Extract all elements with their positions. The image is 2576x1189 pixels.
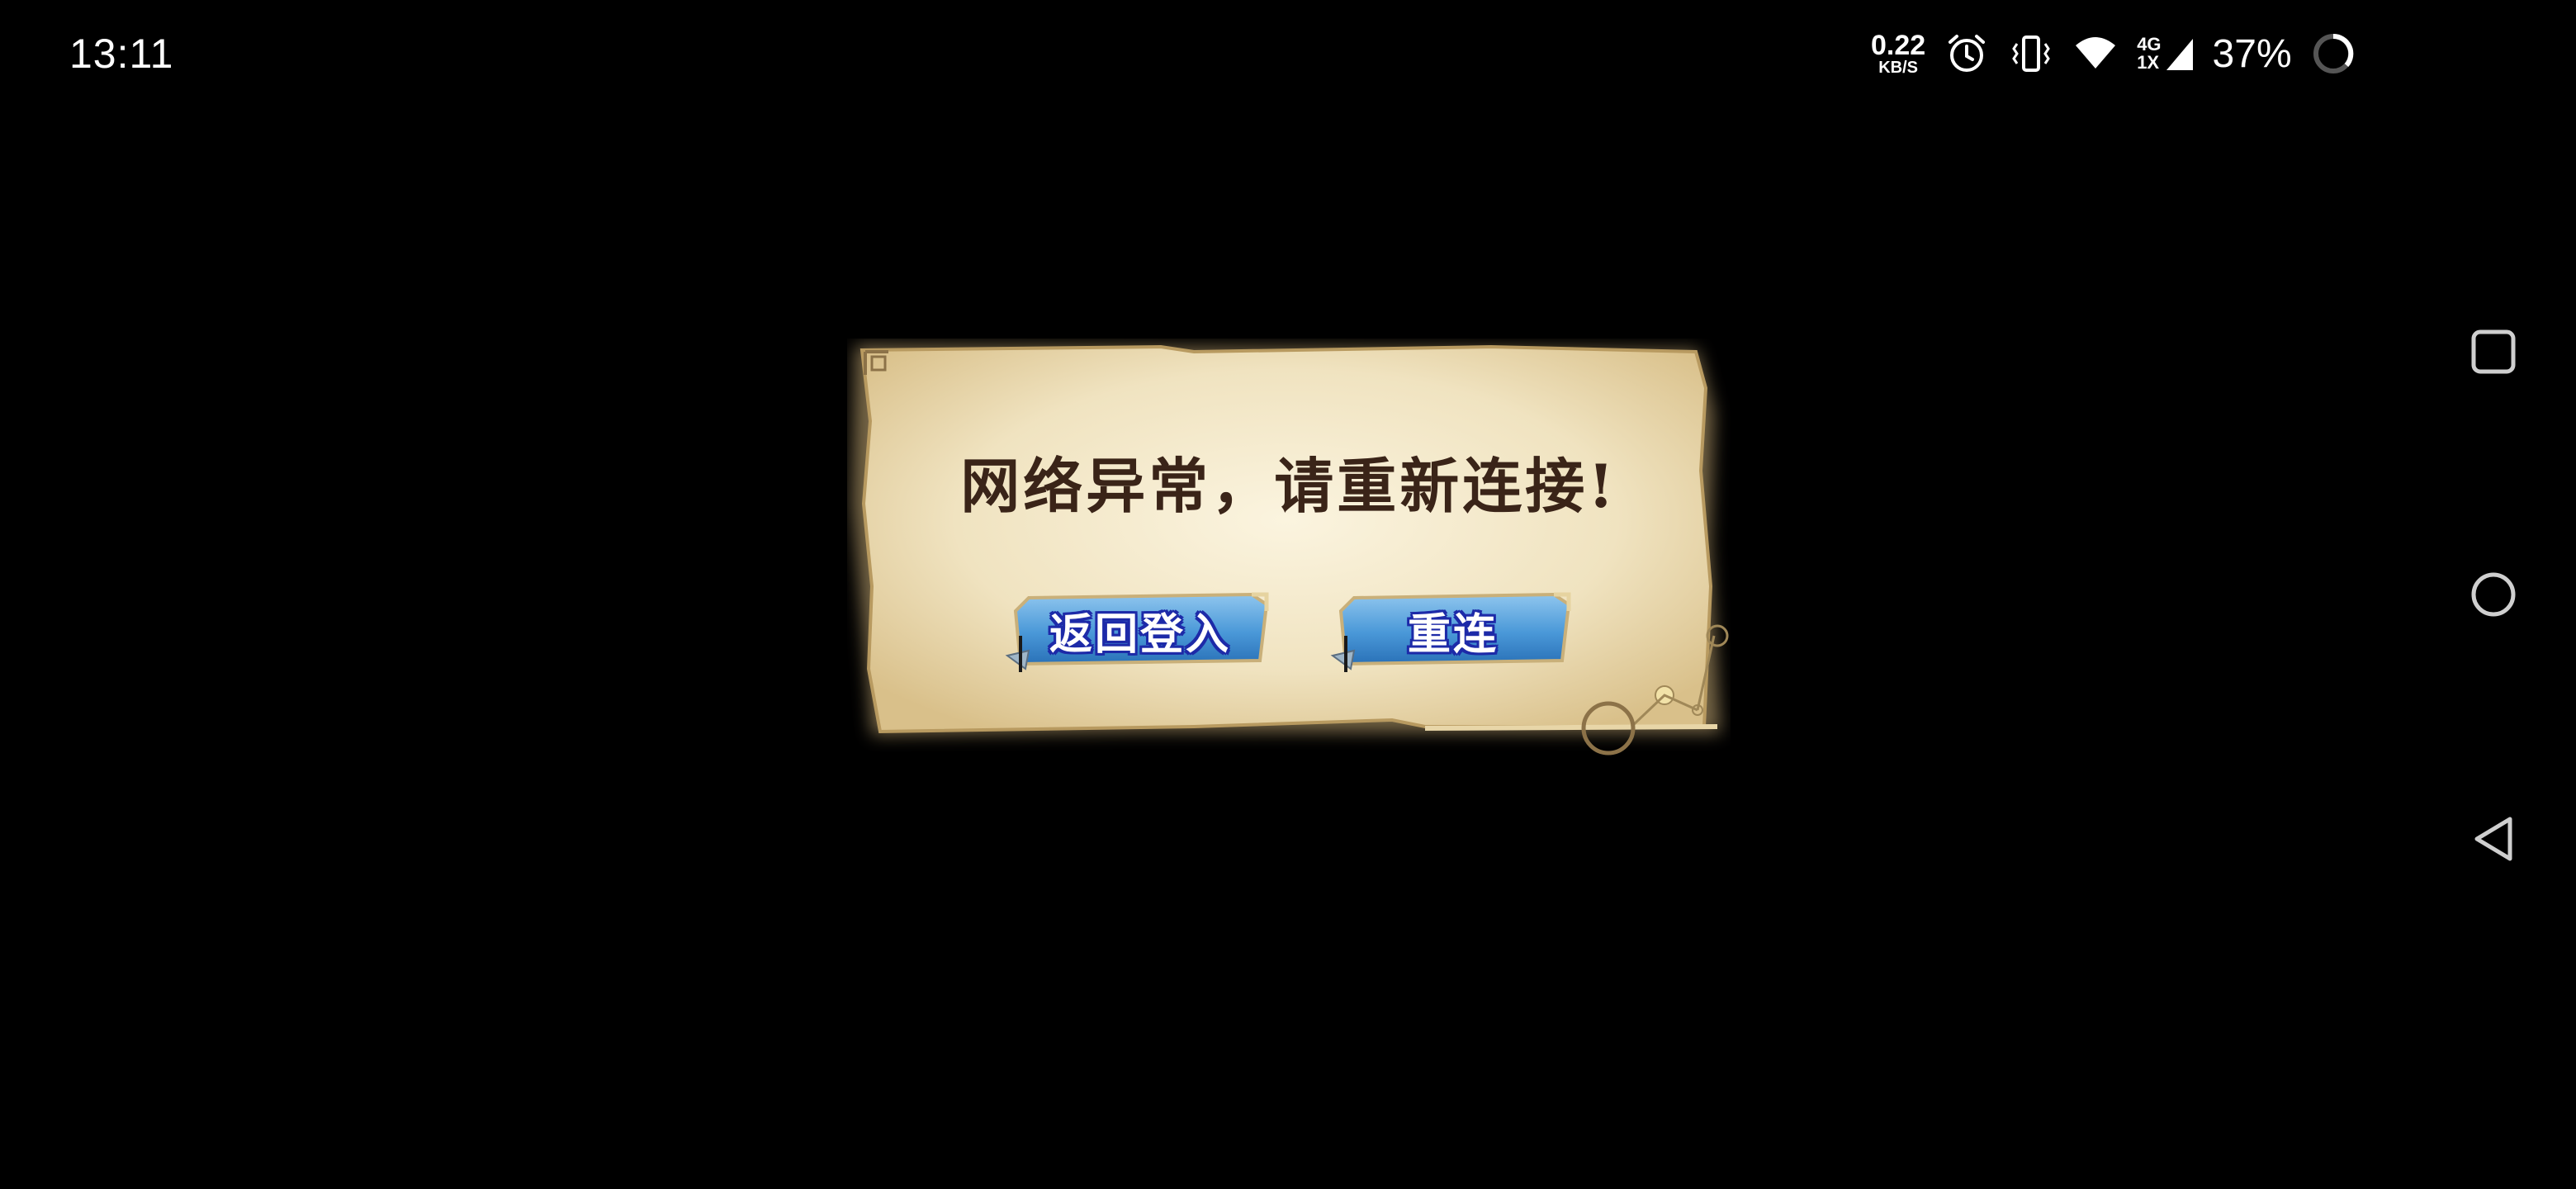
cell-signal-icon bbox=[2166, 39, 2193, 70]
status-icons: 0.22 KB/S 4G 1X 37% bbox=[1871, 25, 2356, 83]
dialog-parchment bbox=[852, 344, 1729, 756]
net-speed-unit: KB/S bbox=[1878, 59, 1918, 77]
net-type-bottom: 1X bbox=[2137, 52, 2160, 73]
battery-percent: 37% bbox=[2212, 31, 2292, 76]
reconnect-button[interactable]: 重连 bbox=[1329, 586, 1577, 674]
home-icon[interactable] bbox=[2469, 570, 2518, 619]
back-icon[interactable] bbox=[2469, 814, 2518, 864]
net-type-top: 4G bbox=[2137, 34, 2162, 54]
recent-apps-icon[interactable] bbox=[2469, 327, 2518, 377]
screen: 13:11 0.22 KB/S 4G 1X 37% 网络异常，请重新连接! 返回… bbox=[0, 0, 2576, 1189]
net-speed-value: 0.22 bbox=[1871, 30, 1926, 61]
back-to-login-label: 返回登入 bbox=[1049, 609, 1231, 660]
network-error-dialog: 网络异常，请重新连接! 返回登入 重连 bbox=[847, 339, 1731, 760]
alarm-icon bbox=[1949, 35, 1986, 72]
back-to-login-button[interactable]: 返回登入 bbox=[1004, 586, 1276, 674]
wifi-icon bbox=[2076, 37, 2116, 69]
signal-indicator: 4G 1X bbox=[2137, 36, 2194, 72]
net-speed-indicator: 0.22 KB/S bbox=[1871, 31, 1925, 76]
battery-icon bbox=[2313, 33, 2353, 73]
vibrate-icon bbox=[2012, 36, 2050, 72]
error-message: 网络异常，请重新连接! bbox=[960, 451, 1617, 521]
reconnect-label: 重连 bbox=[1407, 609, 1499, 660]
status-time: 13:11 bbox=[69, 31, 174, 77]
